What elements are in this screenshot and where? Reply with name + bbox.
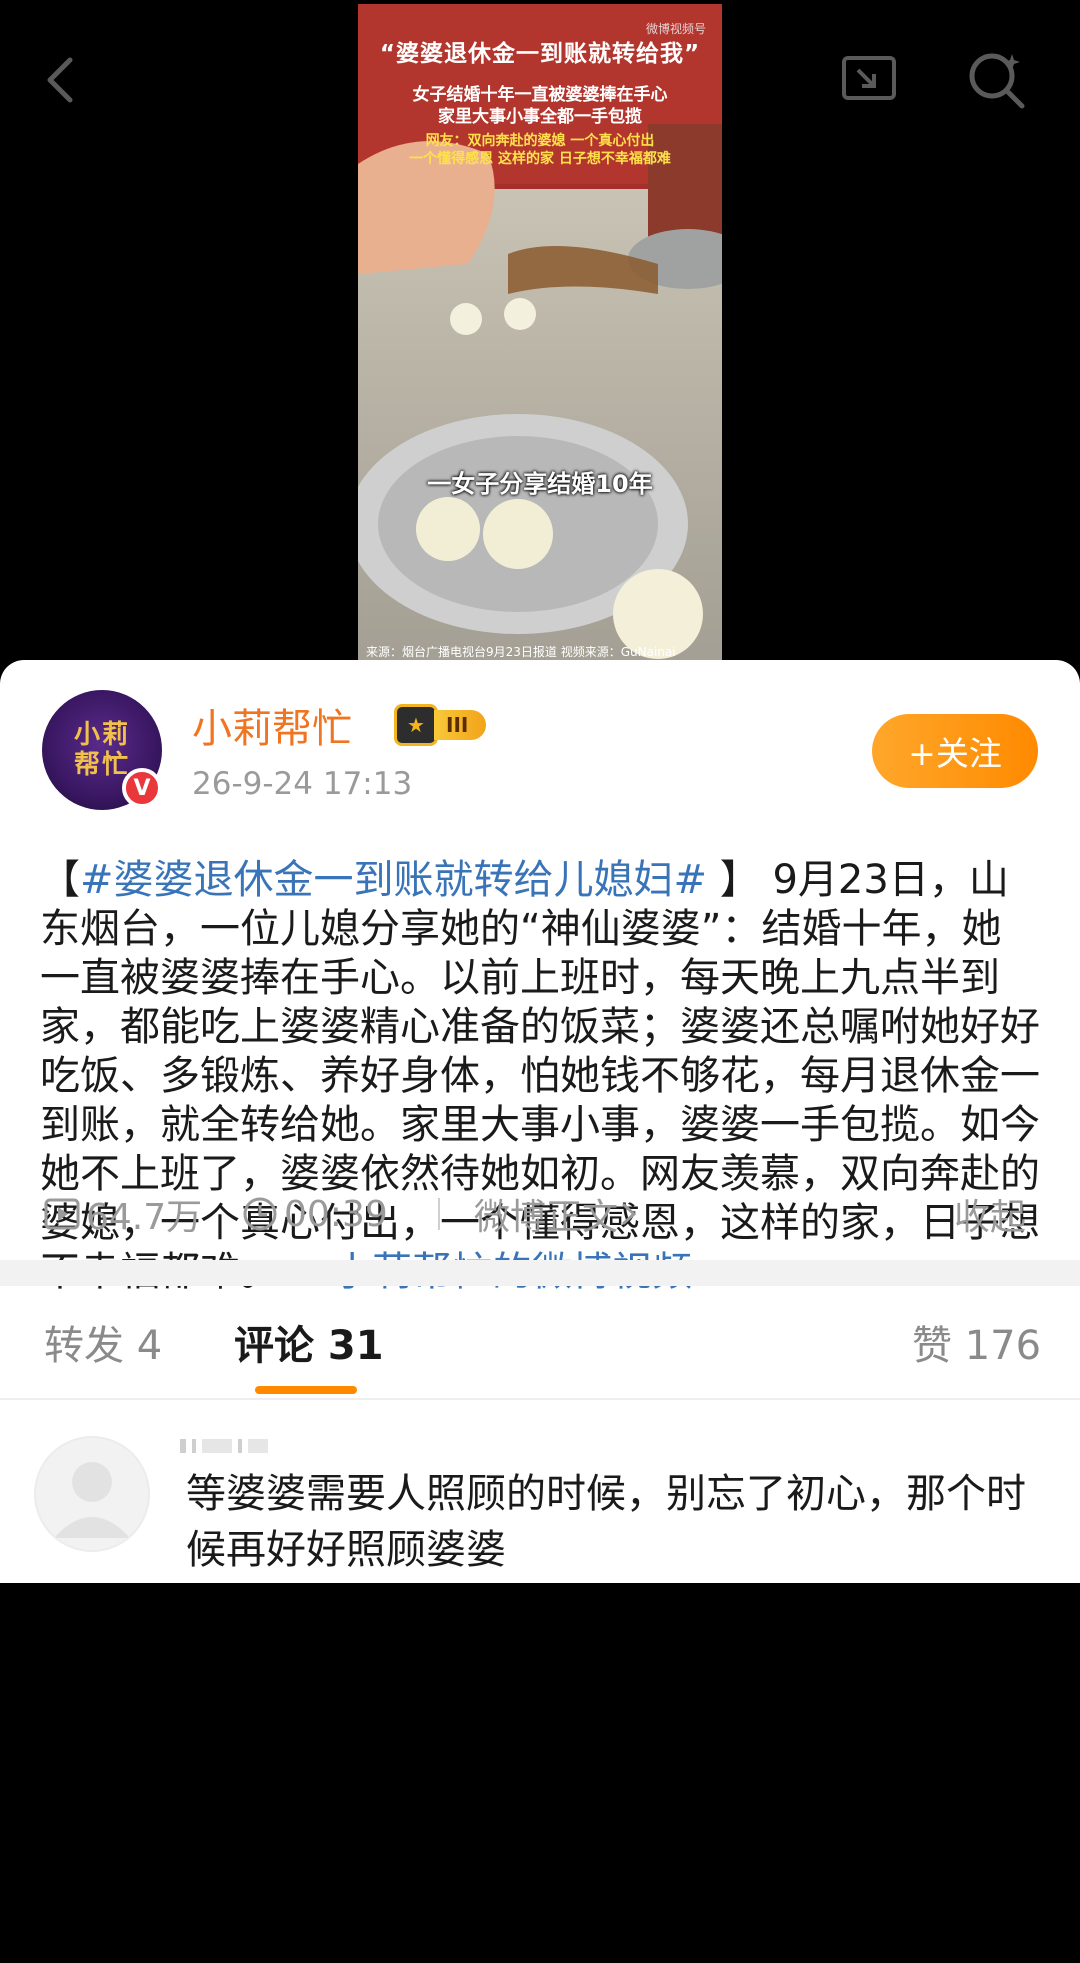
video-watermark: 微博视频号: [645, 22, 706, 36]
verified-icon: V: [122, 768, 162, 808]
avatar-text-2: 帮忙: [73, 750, 130, 780]
hashtag-bracket-close: 】: [707, 857, 773, 903]
duration-value: 00:39: [284, 1193, 388, 1235]
video-title-line3: 家里大事小事全都一手包揽: [438, 107, 642, 127]
post-time: 26-9-24 17:13: [192, 766, 413, 802]
meta-separator: [438, 1184, 440, 1244]
tab-repost[interactable]: 转发 4: [44, 1286, 162, 1398]
video-player[interactable]: “婆婆退休金一到账就转给我” 女子结婚十年一直被婆婆捧在手心 家里大事小事全都一…: [0, 0, 1080, 672]
full-text-link[interactable]: 微博正文: [474, 1184, 646, 1244]
back-icon[interactable]: [20, 40, 100, 120]
post-card: 小莉 帮忙 V 小莉帮忙 ★ III 26-9-24 17:13 +关注 【#婆…: [0, 660, 1080, 1583]
avatar-text-1: 小莉: [73, 720, 130, 750]
post-meta-row: 64.7万 00:39 微博正文 收起: [44, 1184, 1044, 1244]
picture-in-picture-icon[interactable]: [830, 40, 910, 120]
username[interactable]: 小莉帮忙: [192, 696, 352, 754]
comment-text: 等婆婆需要人照顾的时候，别忘了初心，那个时候再好好照顾婆婆: [186, 1471, 1026, 1573]
interaction-tabs: 转发 4 评论 31 赞 176: [0, 1286, 1080, 1400]
view-count-value: 64.7万: [86, 1197, 203, 1238]
hashtag-bracket-open: 【: [40, 857, 80, 903]
full-text-label: 微博正文: [474, 1197, 619, 1238]
crown-icon: ★: [394, 704, 438, 746]
search-icon[interactable]: [956, 40, 1036, 120]
level-badge: ★ III: [394, 704, 506, 746]
level-label: III: [434, 710, 487, 740]
clock-icon: [243, 1197, 277, 1231]
comment-avatar[interactable]: [34, 1436, 150, 1552]
collapse-button[interactable]: 收起: [954, 1184, 1026, 1244]
section-divider: [0, 1260, 1080, 1286]
video-title-line4: 网友：双向奔赴的婆媳 一个真心付出: [425, 133, 655, 149]
chevron-right-icon: [622, 1203, 637, 1225]
follow-button[interactable]: +关注: [872, 714, 1038, 788]
tab-likes[interactable]: 赞 176: [912, 1286, 1041, 1398]
hashtag-link[interactable]: #婆婆退休金一到账就转给儿媳妇#: [80, 857, 707, 903]
view-count: 64.7万: [44, 1184, 202, 1244]
comment-item[interactable]: 等婆婆需要人照顾的时候，别忘了初心，那个时候再好好照顾婆婆: [0, 1400, 1080, 1583]
active-tab-indicator: [255, 1386, 357, 1394]
video-title-main: “婆婆退休金一到账就转给我”: [379, 41, 701, 67]
video-caption: 一女子分享结婚10年: [427, 470, 653, 498]
default-user-icon: [54, 1462, 130, 1538]
video-title-line5: 一个懂得感恩 这样的家 日子想不幸福都难: [409, 151, 671, 167]
video-source: 来源：烟台广播电视台9月23日报道 视频来源：GuNainai: [366, 645, 676, 659]
comment-username-blurred[interactable]: [180, 1438, 330, 1453]
video-duration: 00:39: [242, 1184, 388, 1244]
play-icon: [44, 1198, 80, 1230]
video-frame[interactable]: “婆婆退休金一到账就转给我” 女子结婚十年一直被婆婆捧在手心 家里大事小事全都一…: [358, 4, 722, 664]
tab-comments[interactable]: 评论 31: [234, 1286, 384, 1398]
